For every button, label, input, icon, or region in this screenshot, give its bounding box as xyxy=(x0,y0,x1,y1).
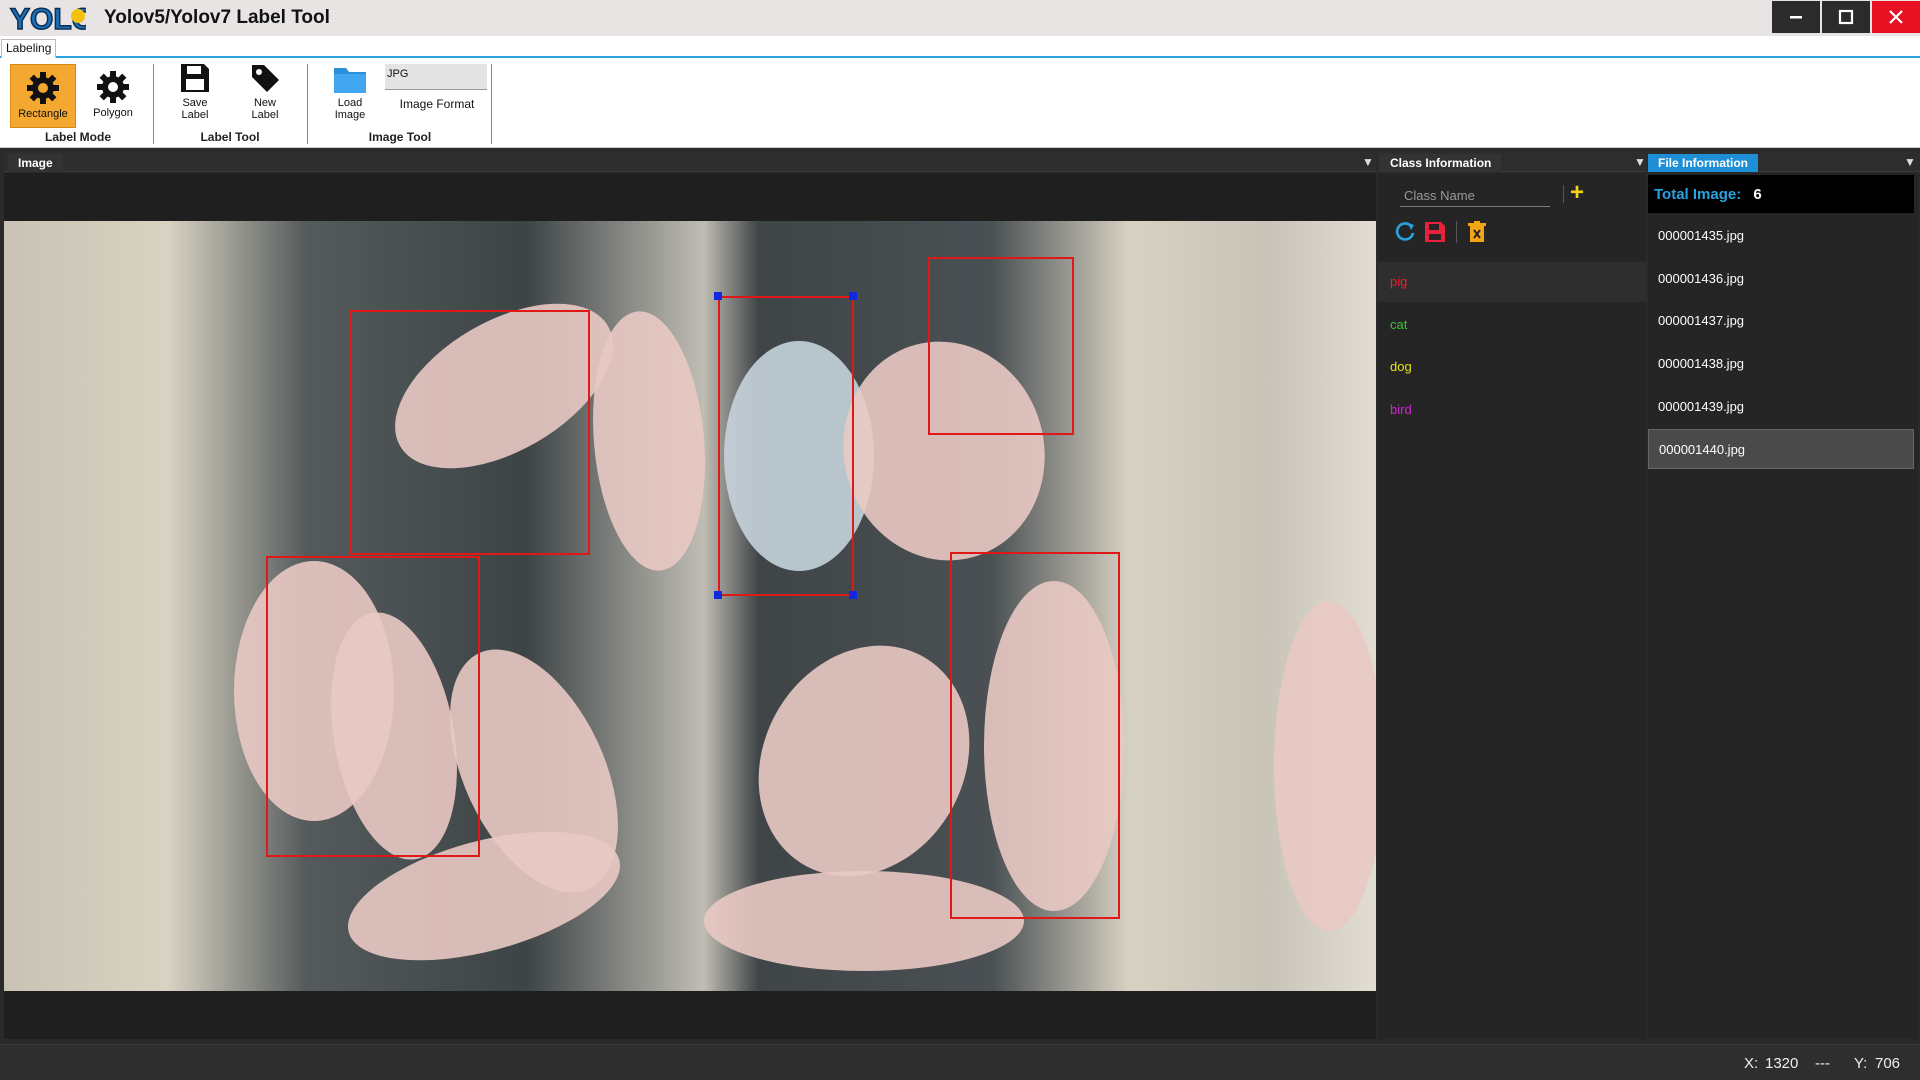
file-item[interactable]: 000001437.jpg xyxy=(1648,301,1914,341)
polygon-label: Polygon xyxy=(93,107,133,119)
ribbon-separator xyxy=(307,64,308,144)
rectangle-label: Rectangle xyxy=(18,108,68,120)
panel-menu-icon[interactable]: ▼ xyxy=(1634,155,1646,169)
class-name-input[interactable]: Class Name xyxy=(1400,183,1550,207)
gear-icon xyxy=(97,71,129,103)
tab-image[interactable]: Image xyxy=(8,154,63,172)
resize-handle[interactable] xyxy=(714,292,722,300)
image-format-text: Image Format xyxy=(399,97,475,111)
rectangle-mode-button[interactable]: Rectangle xyxy=(10,64,76,128)
tab-labeling[interactable]: Labeling xyxy=(1,39,57,58)
bounding-box[interactable] xyxy=(350,310,590,555)
divider xyxy=(1563,185,1564,203)
ribbon-tab-row: Labeling xyxy=(0,36,1920,58)
tab-class-information[interactable]: Class Information xyxy=(1380,154,1502,172)
load-image-text: Load Image xyxy=(334,97,366,121)
minimize-button[interactable] xyxy=(1772,1,1820,33)
save-label-text: Save Label xyxy=(181,97,209,121)
app-logo: YOLO xyxy=(9,2,86,34)
gear-icon xyxy=(27,72,59,104)
y-label: Y: xyxy=(1854,1055,1868,1072)
resize-handle[interactable] xyxy=(714,591,722,599)
coord-separator: --- xyxy=(1815,1055,1830,1072)
class-panel: Class Name + pig cat dog bird xyxy=(1378,173,1646,1039)
close-icon xyxy=(1889,10,1903,24)
file-item[interactable]: 000001435.jpg xyxy=(1648,216,1914,256)
ribbon: Rectangle Polygon Label Mode Save Label … xyxy=(0,58,1920,148)
group-image-tool: Image Tool xyxy=(368,130,432,144)
class-item[interactable]: bird xyxy=(1378,390,1646,430)
class-label: dog xyxy=(1390,359,1412,374)
maximize-icon xyxy=(1838,9,1854,25)
selected-bounding-box[interactable] xyxy=(718,296,854,596)
tag-icon xyxy=(252,65,279,92)
panel-menu-icon[interactable]: ▼ xyxy=(1904,155,1916,169)
group-label-mode: Label Mode xyxy=(44,130,111,144)
file-item[interactable]: 000001436.jpg xyxy=(1648,259,1914,299)
image-format-select[interactable]: JPG xyxy=(385,64,487,90)
class-item[interactable]: cat xyxy=(1378,305,1646,345)
pig xyxy=(1274,601,1376,931)
class-label: cat xyxy=(1390,317,1408,332)
total-image-bar: Total Image: 6 xyxy=(1648,175,1914,213)
delete-class-icon[interactable] xyxy=(1468,221,1486,243)
class-panel-header: Class Information ▼ xyxy=(1378,152,1646,172)
ribbon-separator xyxy=(153,64,154,144)
bounding-box[interactable] xyxy=(950,552,1120,919)
group-label-tool: Label Tool xyxy=(200,130,260,144)
minimize-icon xyxy=(1790,16,1802,19)
new-label-button[interactable]: New Label xyxy=(236,62,294,128)
polygon-mode-button[interactable]: Polygon xyxy=(82,64,144,128)
maximize-button[interactable] xyxy=(1822,1,1870,33)
image-panel-header: Image ▼ xyxy=(4,152,1376,172)
load-image-button[interactable]: Load Image xyxy=(320,64,380,130)
new-label-text: New Label xyxy=(251,97,279,121)
status-bar: X: 1320 --- Y: 706 xyxy=(0,1044,1920,1080)
ribbon-separator xyxy=(491,64,492,144)
class-label: pig xyxy=(1390,274,1408,289)
file-panel-header: File Information ▼ xyxy=(1648,152,1920,172)
save-class-icon[interactable] xyxy=(1424,221,1446,243)
panel-menu-icon[interactable]: ▼ xyxy=(1362,155,1374,169)
file-item[interactable]: 000001439.jpg xyxy=(1648,387,1914,427)
y-coordinate: 706 xyxy=(1875,1055,1901,1072)
file-item-selected[interactable]: 000001440.jpg xyxy=(1648,429,1914,469)
divider xyxy=(1456,221,1457,243)
total-image-label: Total Image: xyxy=(1654,186,1742,203)
class-label: bird xyxy=(1390,402,1412,417)
add-class-icon[interactable]: + xyxy=(1570,181,1584,205)
refresh-icon[interactable] xyxy=(1394,221,1416,243)
file-panel: Total Image: 6 000001435.jpg 000001436.j… xyxy=(1648,173,1918,1039)
title-bar: YOLO Yolov5/Yolov7 Label Tool xyxy=(0,0,1920,36)
bounding-box[interactable] xyxy=(266,556,480,857)
total-image-count: 6 xyxy=(1753,186,1762,203)
save-label-button[interactable]: Save Label xyxy=(166,62,224,128)
image-format-label: Image Format xyxy=(390,98,484,110)
resize-handle[interactable] xyxy=(849,292,857,300)
app-title: Yolov5/Yolov7 Label Tool xyxy=(104,7,330,28)
bounding-box[interactable] xyxy=(928,257,1074,435)
file-item[interactable]: 000001438.jpg xyxy=(1648,344,1914,384)
image-canvas[interactable] xyxy=(4,221,1376,991)
close-button[interactable] xyxy=(1872,1,1920,33)
folder-icon xyxy=(334,68,366,93)
class-item[interactable]: pig xyxy=(1378,262,1646,302)
x-coordinate: 1320 xyxy=(1765,1055,1799,1072)
resize-handle[interactable] xyxy=(849,591,857,599)
tab-file-information[interactable]: File Information xyxy=(1648,154,1758,172)
class-item[interactable]: dog xyxy=(1378,347,1646,387)
x-label: X: xyxy=(1744,1055,1759,1072)
save-icon xyxy=(181,64,209,92)
